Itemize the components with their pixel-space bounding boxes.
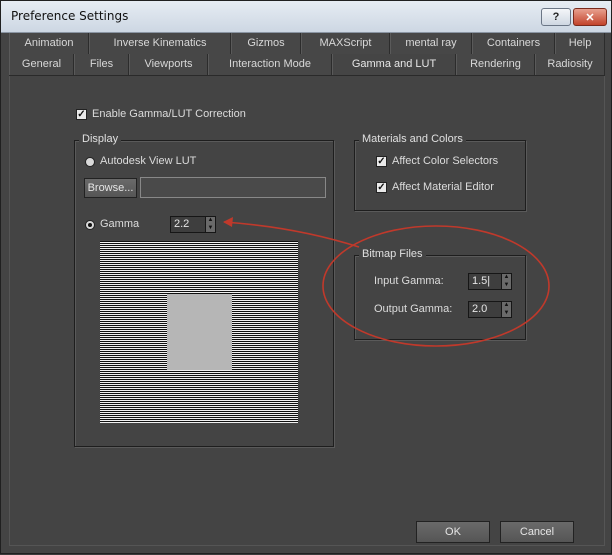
affect-color-selectors-checkbox[interactable]: ✓ bbox=[376, 156, 387, 167]
enable-gamma-checkbox[interactable]: ✓ bbox=[76, 109, 87, 120]
display-group-title: Display bbox=[79, 133, 122, 145]
bitmap-files-title: Bitmap Files bbox=[359, 248, 426, 260]
close-button[interactable]: ✕ bbox=[573, 8, 607, 26]
tab-mental-ray[interactable]: mental ray bbox=[390, 33, 472, 54]
input-gamma-value[interactable]: 1.5| bbox=[468, 273, 502, 290]
spinner-down-icon[interactable]: ▼ bbox=[206, 225, 215, 233]
bitmap-files-group bbox=[354, 255, 526, 340]
output-gamma-spinner[interactable]: 2.0 ▲ ▼ bbox=[468, 301, 512, 318]
gamma-preview-gray-square bbox=[167, 294, 232, 370]
tab-viewports[interactable]: Viewports bbox=[129, 54, 208, 75]
tab-gamma-and-lut[interactable]: Gamma and LUT bbox=[332, 54, 456, 75]
tab-containers[interactable]: Containers bbox=[472, 33, 555, 54]
window-title: Preference Settings bbox=[11, 9, 129, 23]
spinner-up-icon[interactable]: ▲ bbox=[502, 274, 511, 282]
autodesk-lut-label: Autodesk View LUT bbox=[100, 155, 197, 167]
tab-files[interactable]: Files bbox=[74, 54, 129, 75]
gamma-preview-pattern bbox=[100, 241, 298, 423]
gamma-value[interactable]: 2.2 bbox=[170, 216, 206, 233]
gamma-spinner[interactable]: 2.2 ▲ ▼ bbox=[170, 216, 216, 233]
tab-rendering[interactable]: Rendering bbox=[456, 54, 535, 75]
input-gamma-spinner-arrows[interactable]: ▲ ▼ bbox=[502, 273, 512, 290]
tab-radiosity[interactable]: Radiosity bbox=[535, 54, 605, 75]
spinner-up-icon[interactable]: ▲ bbox=[502, 302, 511, 310]
tab-interaction-mode[interactable]: Interaction Mode bbox=[208, 54, 332, 75]
autodesk-lut-radio[interactable] bbox=[85, 157, 95, 167]
gamma-radio[interactable] bbox=[85, 220, 95, 230]
tab-inverse-kinematics[interactable]: Inverse Kinematics bbox=[89, 33, 231, 54]
spinner-down-icon[interactable]: ▼ bbox=[502, 282, 511, 290]
materials-colors-group bbox=[354, 140, 526, 211]
lut-path-field[interactable] bbox=[140, 177, 326, 198]
spinner-up-icon[interactable]: ▲ bbox=[206, 217, 215, 225]
ok-button[interactable]: OK bbox=[416, 521, 490, 543]
tab-row-1: Animation Inverse Kinematics Gizmos MAXS… bbox=[9, 33, 605, 54]
input-gamma-spinner[interactable]: 1.5| ▲ ▼ bbox=[468, 273, 512, 290]
cancel-button[interactable]: Cancel bbox=[500, 521, 574, 543]
tab-row-2: General Files Viewports Interaction Mode… bbox=[9, 54, 605, 76]
enable-gamma-label: Enable Gamma/LUT Correction bbox=[92, 108, 246, 120]
tab-help[interactable]: Help bbox=[555, 33, 605, 54]
materials-colors-title: Materials and Colors bbox=[359, 133, 466, 145]
tab-animation[interactable]: Animation bbox=[9, 33, 89, 54]
affect-color-selectors-label: Affect Color Selectors bbox=[392, 155, 499, 167]
browse-button[interactable]: Browse... bbox=[84, 178, 137, 198]
title-bar: Preference Settings ? ✕ bbox=[1, 1, 611, 33]
gamma-spinner-arrows[interactable]: ▲ ▼ bbox=[206, 216, 216, 233]
output-gamma-label: Output Gamma: bbox=[374, 303, 453, 315]
spinner-down-icon[interactable]: ▼ bbox=[502, 310, 511, 318]
tab-maxscript[interactable]: MAXScript bbox=[301, 33, 390, 54]
output-gamma-value[interactable]: 2.0 bbox=[468, 301, 502, 318]
affect-material-editor-checkbox[interactable]: ✓ bbox=[376, 182, 387, 193]
input-gamma-label: Input Gamma: bbox=[374, 275, 444, 287]
help-button[interactable]: ? bbox=[541, 8, 571, 26]
tab-gizmos[interactable]: Gizmos bbox=[231, 33, 301, 54]
output-gamma-spinner-arrows[interactable]: ▲ ▼ bbox=[502, 301, 512, 318]
gamma-label: Gamma bbox=[100, 218, 140, 230]
preference-settings-window: Preference Settings ? ✕ Animation Invers… bbox=[0, 0, 612, 554]
tab-general[interactable]: General bbox=[9, 54, 74, 75]
affect-material-editor-label: Affect Material Editor bbox=[392, 181, 494, 193]
